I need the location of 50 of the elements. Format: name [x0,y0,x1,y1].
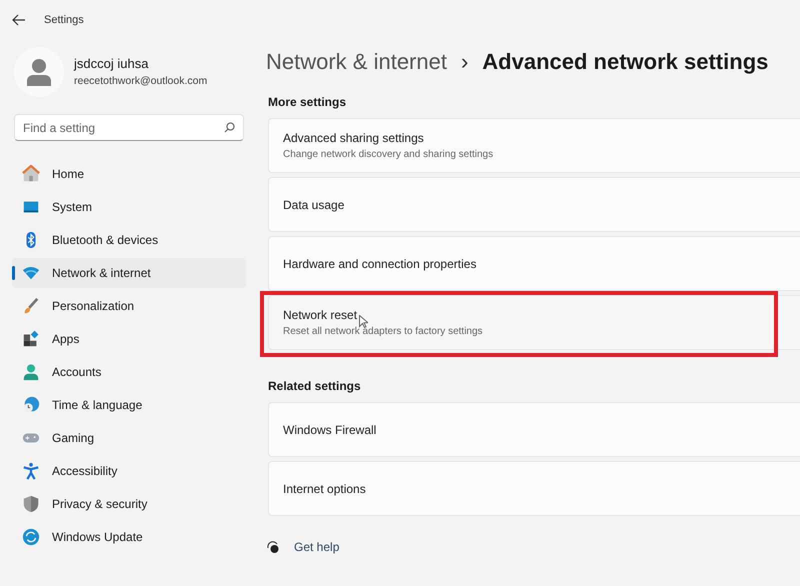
window-title: Settings [44,12,84,28]
sync-icon [22,528,40,546]
sidebar-item[interactable]: Personalization [12,291,246,321]
settings-card[interactable]: Windows Firewall [268,402,800,457]
card-title: Advanced sharing settings [283,130,424,147]
person-icon [22,363,40,381]
sidebar-item[interactable]: System [12,192,246,222]
card-description: Reset all network adapters to factory settings [283,325,483,339]
selection-indicator [12,266,15,280]
settings-card[interactable]: Network reset Reset all network adapters to factory settings [268,295,800,350]
sidebar-item[interactable]: Time & language [12,390,246,420]
shield-icon [22,495,40,513]
sidebar-item[interactable]: Apps [12,324,246,354]
mouse-cursor-icon [359,315,368,328]
profile-name: jsdccoj iuhsa [74,55,150,74]
sidebar-item[interactable]: Privacy & security [12,489,246,519]
get-help-link[interactable]: Get help [294,538,340,556]
section-heading: Related settings [268,378,361,395]
back-arrow-icon[interactable] [12,14,26,26]
breadcrumb-separator: › [460,48,468,76]
wifi-icon [22,264,40,282]
paintbrush-icon [22,297,40,315]
sidebar-item[interactable]: Home [12,159,246,189]
house-icon [22,165,40,183]
card-title: Windows Firewall [283,422,376,438]
card-title: Network reset [283,307,358,324]
settings-card[interactable]: Hardware and connection properties [268,236,800,291]
card-description: Change network discovery and sharing settings [283,148,494,162]
sidebar-item[interactable]: Accounts [12,357,246,387]
profile-email: reecetothwork@outlook.com [74,74,208,89]
page-title: Advanced network settings [482,48,768,76]
card-title: Data usage [283,196,344,214]
person-icon [26,58,52,86]
accessibility-icon [22,462,40,480]
settings-card[interactable]: Data usage [268,177,800,232]
card-title: Hardware and connection properties [283,256,476,272]
settings-card[interactable]: Advanced sharing settings Change network discovery and sharing settings [268,118,800,173]
apps-icon [22,330,40,348]
search-icon [224,122,235,133]
search-field[interactable]: Find a setting [14,114,244,141]
globe-clock-icon [22,396,40,414]
section-heading: More settings [268,94,346,111]
sidebar-item[interactable]: Gaming [12,423,246,453]
sidebar-item[interactable]: Accessibility [12,456,246,486]
sidebar-item[interactable]: Windows Update [12,522,246,552]
settings-card[interactable]: Internet options [268,461,800,516]
card-title: Internet options [283,480,366,498]
sidebar-item[interactable]: Bluetooth & devices [12,225,246,255]
sidebar-item[interactable]: Network & internet [12,258,246,288]
breadcrumb-link[interactable]: Network & internet [266,44,447,78]
